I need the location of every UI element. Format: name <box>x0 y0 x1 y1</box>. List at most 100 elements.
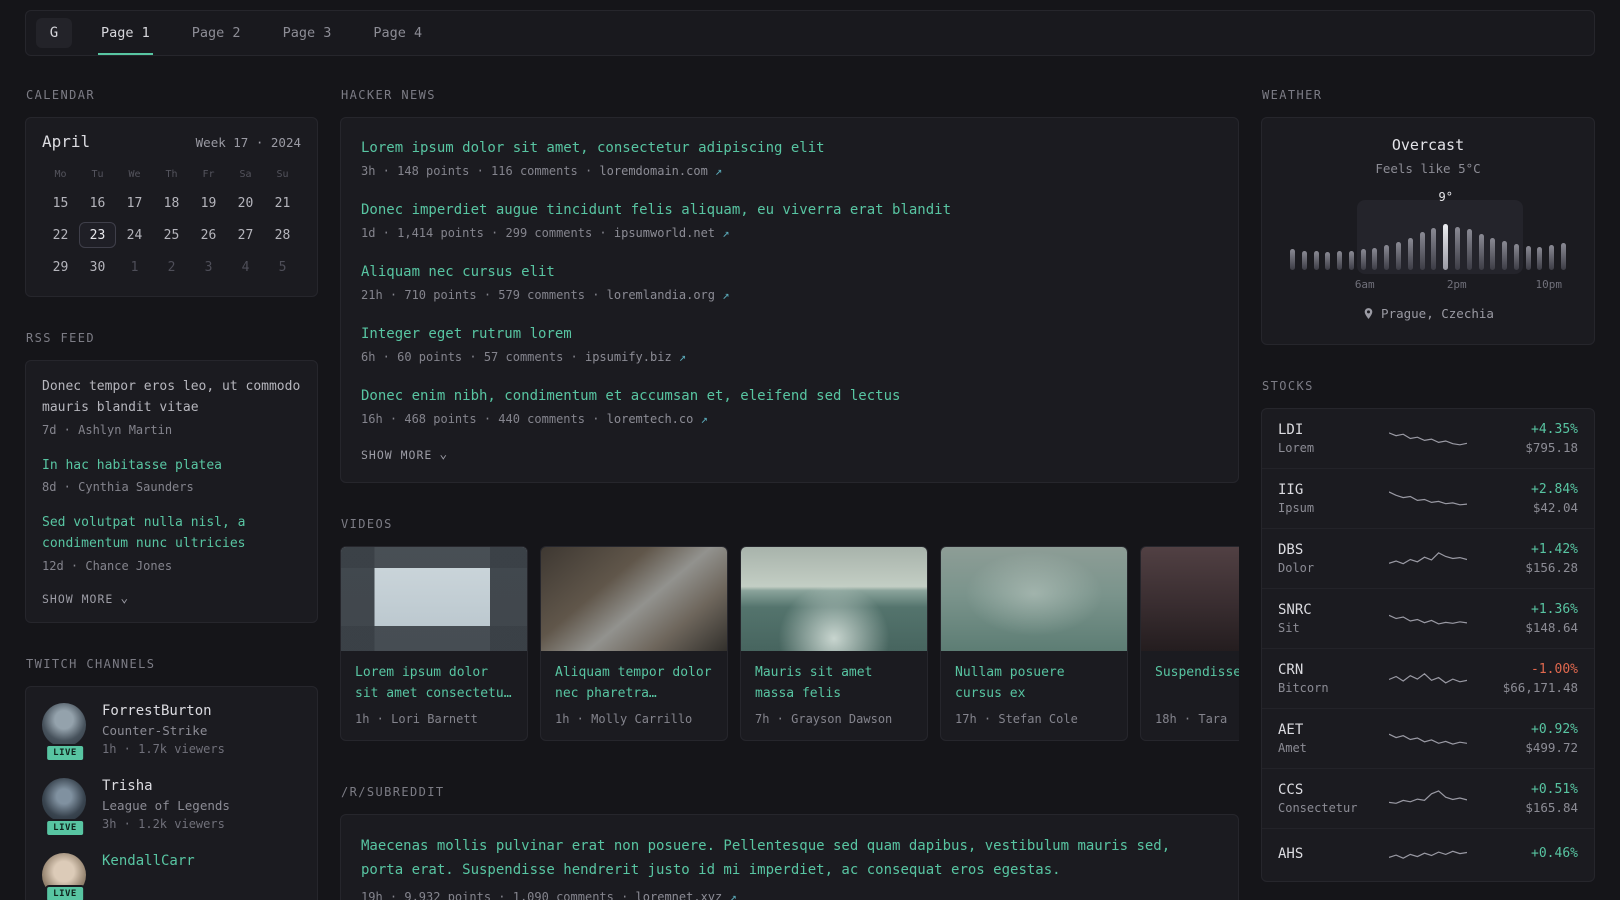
hn-item-domain[interactable]: ipsumify.biz <box>585 350 672 364</box>
tab-page-2[interactable]: Page 2 <box>189 11 244 55</box>
weather-bar <box>1396 242 1402 270</box>
rss-item-title[interactable]: In hac habitasse platea <box>42 456 301 477</box>
external-link-icon[interactable]: ↗ <box>701 412 708 426</box>
hn-meta-text: 1d · 1,414 points · 299 comments · <box>361 226 614 240</box>
stock-sparkline <box>1389 614 1467 625</box>
calendar-day-next-month: 1 <box>130 259 139 275</box>
weather-feels-like: Feels like 5°C <box>1375 161 1481 176</box>
weather-bar <box>1290 249 1295 270</box>
calendar-day: 30 <box>89 259 106 275</box>
video-meta: 1h · Molly Carrillo <box>555 712 693 726</box>
weather-bar <box>1384 245 1390 270</box>
stock-symbol: DBS <box>1278 542 1304 558</box>
video-thumbnail[interactable] <box>1141 547 1239 651</box>
video-title[interactable]: Suspendisse diam <box>1155 663 1239 705</box>
calendar-day: 22 <box>52 227 69 243</box>
calendar-day: 27 <box>237 227 254 243</box>
rss-show-more-button[interactable]: SHOW MORE ⌄ <box>42 592 129 606</box>
hn-item-domain[interactable]: ipsumworld.net <box>614 226 715 240</box>
stock-values: +1.42% $156.28 <box>1486 542 1578 575</box>
stock-values: +1.36% $148.64 <box>1486 602 1578 635</box>
hn-item-title[interactable]: Aliquam nec cursus elit <box>361 262 1218 283</box>
calendar-week-year: Week 17 · 2024 <box>195 135 301 150</box>
twitch-channel[interactable]: LIVE ForrestBurton Counter-Strike 1h · 1… <box>42 702 301 762</box>
stock-name: Dolor <box>1278 561 1315 575</box>
video-thumbnail[interactable] <box>741 547 927 651</box>
section-title-videos: VIDEOS <box>341 517 393 531</box>
show-more-label: SHOW MORE <box>42 591 114 606</box>
rss-item-title[interactable]: Sed volutpat nulla nisl, a condimentum n… <box>42 513 301 555</box>
hn-item-domain[interactable]: loremdomain.com <box>599 164 707 178</box>
hn-show-more-button[interactable]: SHOW MORE ⌄ <box>361 448 448 462</box>
calendar-day: 17 <box>126 195 143 211</box>
hn-item-title[interactable]: Lorem ipsum dolor sit amet, consectetur … <box>361 138 1218 159</box>
weather-bar <box>1407 238 1413 270</box>
rss-card: Donec tempor eros leo, ut commodo mauris… <box>25 360 318 623</box>
hn-item: Aliquam nec cursus elit 21h · 710 points… <box>361 262 1218 302</box>
hn-meta-text: 21h · 710 points · 579 comments · <box>361 288 607 302</box>
hn-meta-text: 6h · 60 points · 57 comments · <box>361 350 585 364</box>
video-thumbnail[interactable] <box>541 547 727 651</box>
external-link-icon[interactable]: ↗ <box>715 164 722 178</box>
stock-name: Bitcorn <box>1278 681 1329 695</box>
weekday-label: We <box>128 169 141 180</box>
tab-page-1[interactable]: Page 1 <box>98 11 153 55</box>
stock-row[interactable]: CCS Consectetur +0.51% $165.84 <box>1262 768 1594 828</box>
glance-dashboard: G Page 1 Page 2 Page 3 Page 4 CALENDAR A… <box>0 0 1620 900</box>
stock-row[interactable]: LDI Lorem +4.35% $795.18 <box>1262 409 1594 468</box>
hn-item-title[interactable]: Integer eget rutrum lorem <box>361 324 1218 345</box>
stock-price: $42.04 <box>1532 500 1578 515</box>
video-meta: 18h · Tara <box>1155 712 1228 726</box>
external-link-icon[interactable]: ↗ <box>729 890 736 900</box>
video-title[interactable]: Lorem ipsum dolor sit amet consectetu… <box>355 663 513 705</box>
hn-item-title[interactable]: Donec enim nibh, condimentum et accumsan… <box>361 386 1218 407</box>
stock-row[interactable]: AHS +0.46% <box>1262 828 1594 881</box>
external-link-icon[interactable]: ↗ <box>722 288 729 302</box>
twitch-channel[interactable]: LIVE KendallCarr <box>42 852 301 900</box>
stock-row[interactable]: DBS Dolor +1.42% $156.28 <box>1262 528 1594 588</box>
external-link-icon[interactable]: ↗ <box>722 226 729 240</box>
weather-bar <box>1549 245 1555 270</box>
reddit-post-domain[interactable]: loremnet.xyz <box>636 890 723 900</box>
stock-row[interactable]: AET Amet +0.92% $499.72 <box>1262 708 1594 768</box>
twitch-channel[interactable]: LIVE Trisha League of Legends 3h · 1.2k … <box>42 777 301 837</box>
video-thumbnail[interactable] <box>341 547 527 651</box>
stock-row[interactable]: IIG Ipsum +2.84% $42.04 <box>1262 468 1594 528</box>
stock-name: Lorem <box>1278 441 1315 455</box>
channel-name: Trisha <box>102 777 153 794</box>
stock-row[interactable]: CRN Bitcorn -1.00% $66,171.48 <box>1262 648 1594 708</box>
weather-bar <box>1525 246 1531 270</box>
video-title[interactable]: Mauris sit amet massa felis <box>755 663 913 705</box>
stock-row[interactable]: SNRC Sit +1.36% $148.64 <box>1262 588 1594 648</box>
weather-bars <box>1290 224 1566 270</box>
stock-change: -1.00% <box>1531 662 1578 677</box>
reddit-post-title[interactable]: Maecenas mollis pulvinar erat non posuer… <box>361 835 1218 883</box>
video-thumbnail[interactable] <box>941 547 1127 651</box>
stocks-card: LDI Lorem +4.35% $795.18 IIG Ipsum +2.84% $4… <box>1261 408 1595 882</box>
twitch-card: LIVE ForrestBurton Counter-Strike 1h · 1… <box>25 685 318 900</box>
video-title[interactable]: Nullam posuere cursus ex <box>955 663 1113 705</box>
hn-item-title[interactable]: Donec imperdiet augue tincidunt felis al… <box>361 200 1218 221</box>
channel-avatar <box>42 777 86 822</box>
video-title[interactable]: Aliquam tempor dolor nec pharetra… <box>555 663 713 705</box>
channel-avatar-wrap: LIVE <box>42 702 88 762</box>
rss-widget: RSS FEED Donec tempor eros leo, ut commo… <box>25 331 318 623</box>
video-card: Suspendisse diam 18h · Tara <box>1140 546 1239 741</box>
external-link-icon[interactable]: ↗ <box>679 350 686 364</box>
weekday-label: Fr <box>202 169 215 180</box>
stock-sparkline <box>1389 551 1467 564</box>
tab-page-4[interactable]: Page 4 <box>370 11 425 55</box>
stock-change: +0.51% <box>1531 782 1578 797</box>
weather-bar <box>1372 248 1378 270</box>
rss-item-meta: 12d · Chance Jones <box>42 558 173 573</box>
weather-bar <box>1313 251 1319 270</box>
tab-page-3[interactable]: Page 3 <box>280 11 335 55</box>
channel-game: Counter-Strike <box>102 722 208 738</box>
hn-item-domain[interactable]: loremtech.co <box>607 412 694 426</box>
app-logo[interactable]: G <box>36 18 72 48</box>
section-title-twitch: TWITCH CHANNELS <box>26 656 156 671</box>
hn-item: Donec enim nibh, condimentum et accumsan… <box>361 386 1218 426</box>
hn-item-domain[interactable]: loremlandia.org <box>607 288 715 302</box>
stock-change: +1.36% <box>1531 602 1578 617</box>
rss-item-title[interactable]: Donec tempor eros leo, ut commodo mauris… <box>42 377 301 419</box>
